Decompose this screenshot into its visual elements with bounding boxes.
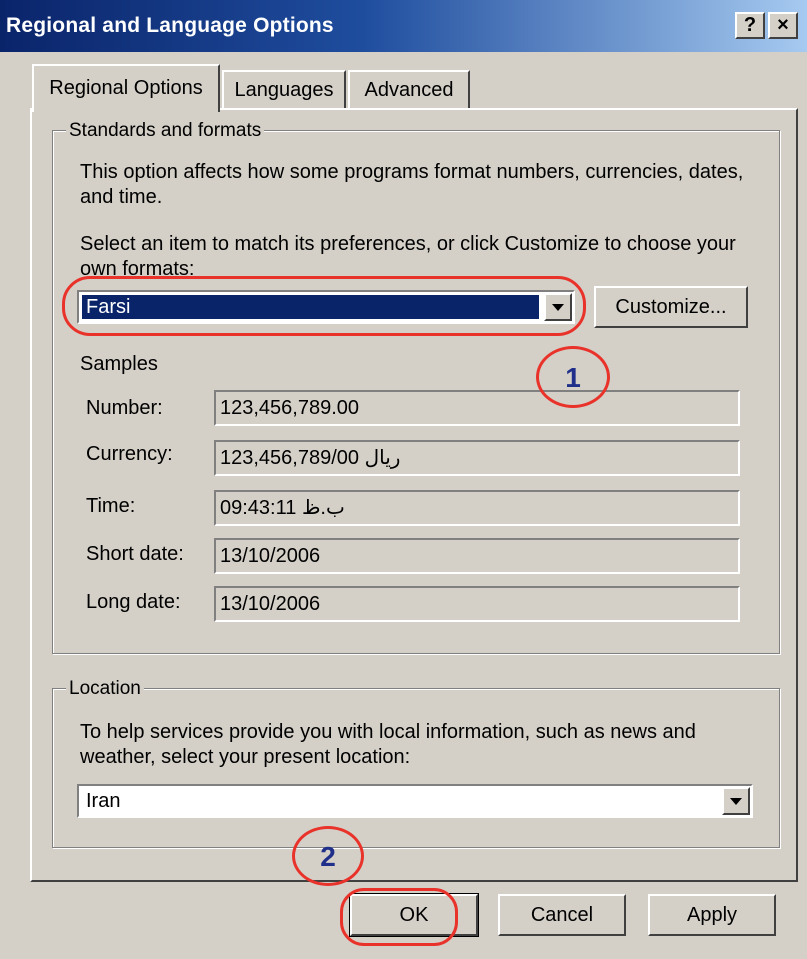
standards-description: This option affects how some programs fo…	[80, 161, 744, 208]
sample-short-date-value: 13/10/2006	[214, 538, 740, 574]
standards-legend: Standards and formats	[66, 120, 265, 142]
help-button[interactable]: ?	[735, 12, 765, 39]
window-title: Regional and Language Options	[6, 14, 334, 37]
sample-long-date-value: 13/10/2006	[214, 586, 740, 622]
tab-regional-options[interactable]: Regional Options	[32, 64, 220, 112]
tab-languages[interactable]: Languages	[222, 70, 346, 110]
title-bar: Regional and Language Options ? ×	[0, 0, 807, 52]
chevron-down-icon[interactable]	[544, 293, 572, 321]
location-legend: Location	[66, 678, 144, 700]
step-2-marker: 2	[292, 826, 364, 886]
samples-label: Samples	[80, 353, 158, 375]
sample-number-label: Number:	[86, 397, 163, 419]
ok-button[interactable]: OK	[349, 893, 479, 937]
sample-short-date-label: Short date:	[86, 543, 184, 565]
location-value: Iran	[86, 790, 121, 812]
customize-button[interactable]: Customize...	[594, 286, 748, 328]
sample-currency-label: Currency:	[86, 443, 173, 465]
close-button[interactable]: ×	[768, 12, 798, 39]
tab-advanced[interactable]: Advanced	[348, 70, 470, 110]
step-1-marker: 1	[536, 346, 610, 408]
location-description: To help services provide you with local …	[80, 721, 696, 768]
dialog-window: Regional and Language Options ? × Region…	[0, 0, 807, 959]
apply-button[interactable]: Apply	[648, 894, 776, 936]
sample-long-date-label: Long date:	[86, 591, 181, 613]
sample-time-value: 09:43:11 ب.ظ	[214, 490, 740, 526]
select-prompt: Select an item to match its preferences,…	[80, 233, 736, 280]
locale-select[interactable]: Farsi	[77, 290, 575, 324]
cancel-button[interactable]: Cancel	[498, 894, 626, 936]
sample-number-value: 123,456,789.00	[214, 390, 740, 426]
chevron-down-icon[interactable]	[722, 787, 750, 815]
locale-value: Farsi	[81, 294, 540, 320]
sample-currency-value: 123,456,789/00 ريال	[214, 440, 740, 476]
sample-time-label: Time:	[86, 495, 136, 517]
location-select[interactable]: Iran	[77, 784, 753, 818]
